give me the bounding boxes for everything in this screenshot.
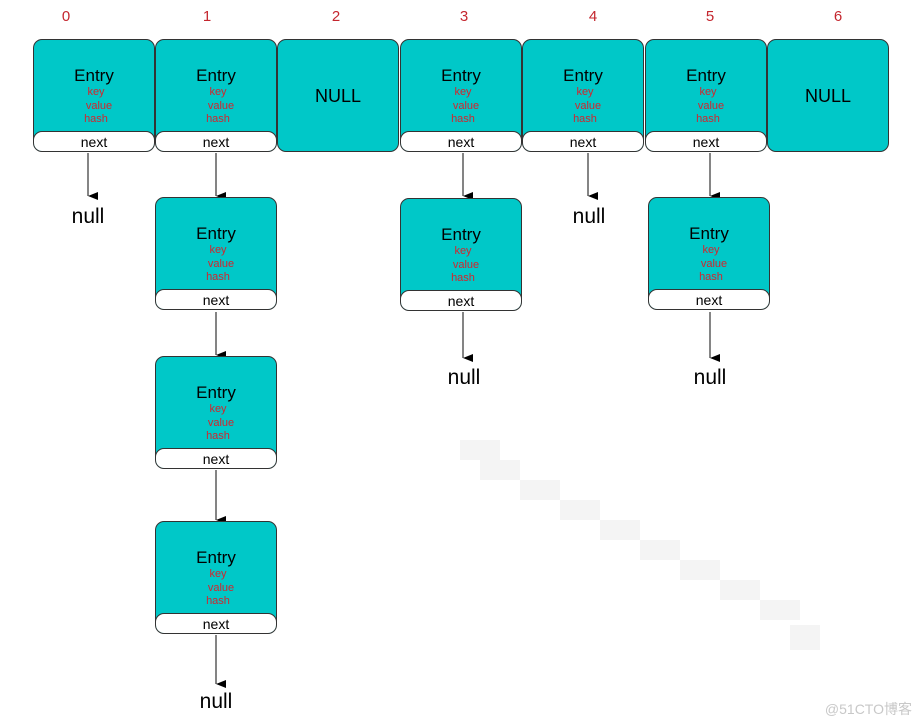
entry-title: Entry [196, 548, 236, 567]
entry-fields: key value hash [401, 245, 521, 286]
field-value: value [85, 99, 113, 112]
field-key: key [209, 403, 227, 415]
entry-fields: key value hash [401, 86, 521, 127]
entry-box-1-3: Entry key value hash next [155, 521, 277, 634]
field-key: key [702, 244, 720, 256]
next-pointer: next [34, 131, 154, 151]
next-pointer: next [646, 131, 766, 151]
field-hash: hash [206, 595, 230, 607]
watermark: @51CTO博客 [824, 701, 912, 717]
field-value: value [452, 258, 480, 271]
null-terminator-5: null [693, 366, 727, 389]
field-key: key [209, 86, 227, 98]
field-key: key [209, 568, 227, 580]
field-hash: hash [451, 272, 475, 284]
entry-fields: key value hash [156, 403, 276, 444]
entry-box-4-0: Entry key value hash next [522, 39, 644, 152]
entry-box-3-1: Entry key value hash next [400, 198, 522, 311]
null-terminator-3: null [447, 366, 481, 389]
entry-box-5-1: Entry key value hash next [648, 197, 770, 310]
entry-title: Entry [441, 225, 481, 244]
null-terminator-1: null [199, 690, 233, 713]
field-key: key [454, 86, 472, 98]
null-terminator-0: null [71, 205, 105, 228]
entry-fields: key value hash [523, 86, 643, 127]
field-hash: hash [84, 113, 108, 125]
next-pointer: next [649, 289, 769, 309]
field-key: key [87, 86, 105, 98]
entry-title: Entry [686, 66, 726, 85]
entry-fields: key value hash [156, 86, 276, 127]
entry-title: Entry [74, 66, 114, 85]
entry-title: Entry [196, 224, 236, 243]
field-value: value [207, 257, 235, 270]
field-key: key [209, 244, 227, 256]
entry-fields: key value hash [156, 244, 276, 285]
next-pointer: next [401, 131, 521, 151]
entry-box-1-1: Entry key value hash next [155, 197, 277, 310]
entry-fields: key value hash [646, 86, 766, 127]
null-bucket-6: NULL [767, 39, 889, 152]
entry-title: Entry [441, 66, 481, 85]
entry-box-1-2: Entry key value hash next [155, 356, 277, 469]
field-hash: hash [206, 430, 230, 442]
next-pointer: next [523, 131, 643, 151]
field-key: key [576, 86, 594, 98]
field-value: value [574, 99, 602, 112]
entry-box-3-0: Entry key value hash next [400, 39, 522, 152]
field-value: value [452, 99, 480, 112]
null-bucket-label: NULL [314, 86, 362, 106]
entry-title: Entry [689, 224, 729, 243]
entry-box-1-0: Entry key value hash next [155, 39, 277, 152]
field-key: key [454, 245, 472, 257]
entry-fields: key value hash [156, 568, 276, 609]
field-value: value [697, 99, 725, 112]
next-pointer: next [156, 289, 276, 309]
next-pointer: next [156, 131, 276, 151]
field-hash: hash [451, 113, 475, 125]
field-value: value [207, 581, 235, 594]
field-key: key [699, 86, 717, 98]
field-value: value [207, 99, 235, 112]
field-value: value [207, 416, 235, 429]
field-hash: hash [206, 113, 230, 125]
field-hash: hash [573, 113, 597, 125]
field-hash: hash [696, 113, 720, 125]
field-hash: hash [699, 271, 723, 283]
entry-title: Entry [563, 66, 603, 85]
entry-title: Entry [196, 383, 236, 402]
field-hash: hash [206, 271, 230, 283]
null-bucket-2: NULL [277, 39, 399, 152]
next-pointer: next [156, 613, 276, 633]
entry-fields: key value hash [34, 86, 154, 127]
null-bucket-label: NULL [804, 86, 852, 106]
next-pointer: next [401, 290, 521, 310]
field-value: value [700, 257, 728, 270]
entry-fields: key value hash [649, 244, 769, 285]
entry-title: Entry [196, 66, 236, 85]
null-terminator-4: null [572, 205, 606, 228]
entry-box-0-0: Entry key value hash next [33, 39, 155, 152]
entry-box-5-0: Entry key value hash next [645, 39, 767, 152]
next-pointer: next [156, 448, 276, 468]
